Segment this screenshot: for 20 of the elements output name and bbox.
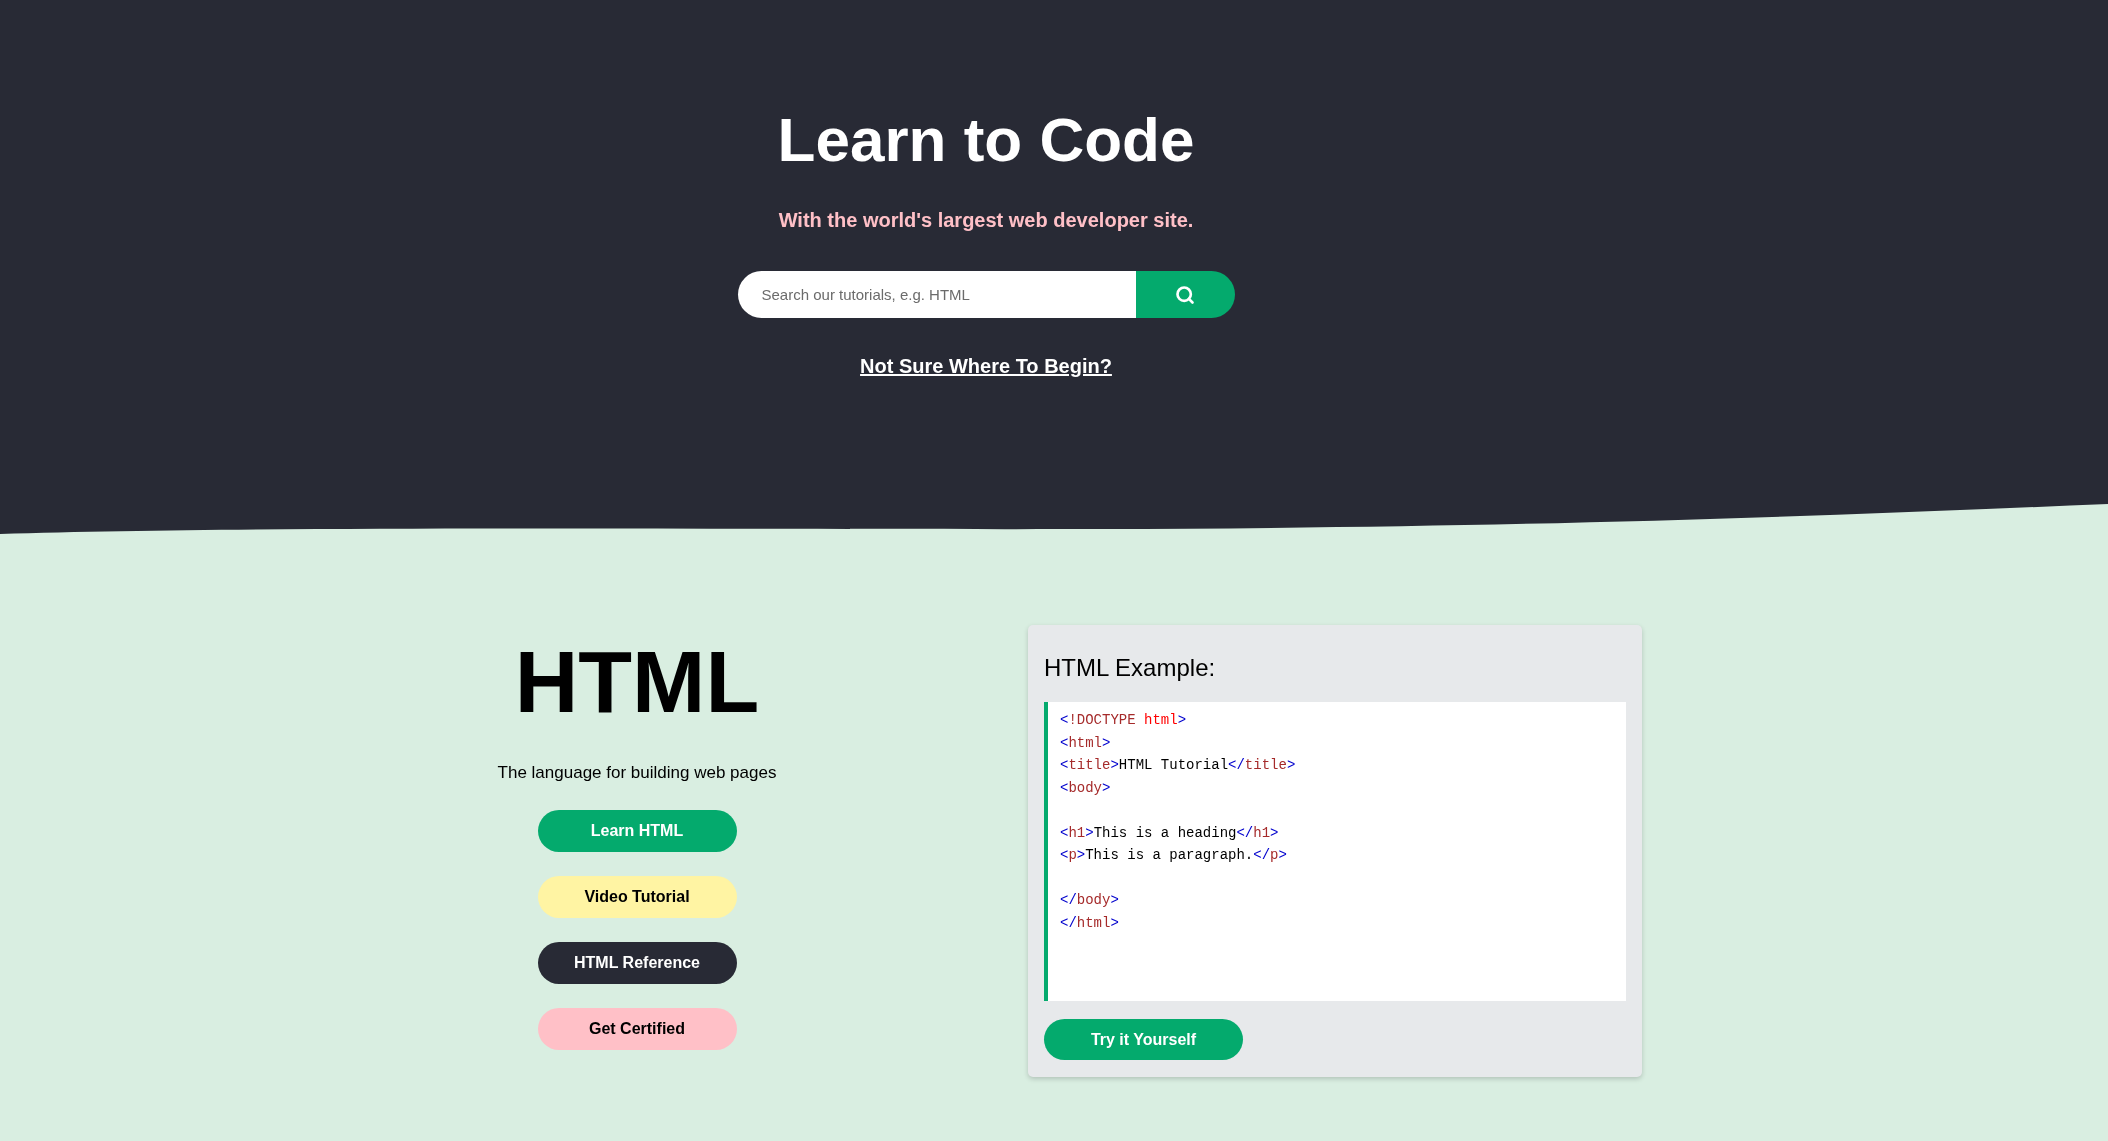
search-button[interactable] bbox=[1135, 271, 1235, 318]
example-title: HTML Example: bbox=[1044, 653, 1216, 683]
course-button[interactable]: Video Tutorial bbox=[537, 876, 737, 918]
code-line: </html> bbox=[1060, 913, 1119, 933]
code-line: <p>This is a paragraph.</p> bbox=[1060, 846, 1287, 865]
course-tagline: The language for building web pages bbox=[497, 762, 777, 784]
code-line: <html> bbox=[1060, 733, 1111, 753]
code-line: <title>HTML Tutorial</title> bbox=[1060, 756, 1296, 775]
code-line: <body> bbox=[1060, 778, 1111, 798]
begin-link[interactable]: Not Sure Where To Begin? bbox=[860, 352, 1112, 380]
code-line: <h1>This is a heading</h1> bbox=[1060, 823, 1279, 843]
course-button[interactable]: Get Certified bbox=[537, 1008, 737, 1050]
hero-subtitle: With the world's largest web developer site. bbox=[778, 208, 1194, 233]
hero-title: Learn to Code bbox=[777, 109, 1195, 171]
code-line: <!DOCTYPE html> bbox=[1060, 711, 1187, 730]
search-field[interactable]: Search our tutorials, e.g. HTML bbox=[737, 271, 1136, 318]
course-title: HTML bbox=[514, 638, 760, 726]
code-line: </body> bbox=[1060, 891, 1119, 910]
search-icon bbox=[1175, 284, 1195, 305]
course-button[interactable]: HTML Reference bbox=[537, 942, 737, 984]
